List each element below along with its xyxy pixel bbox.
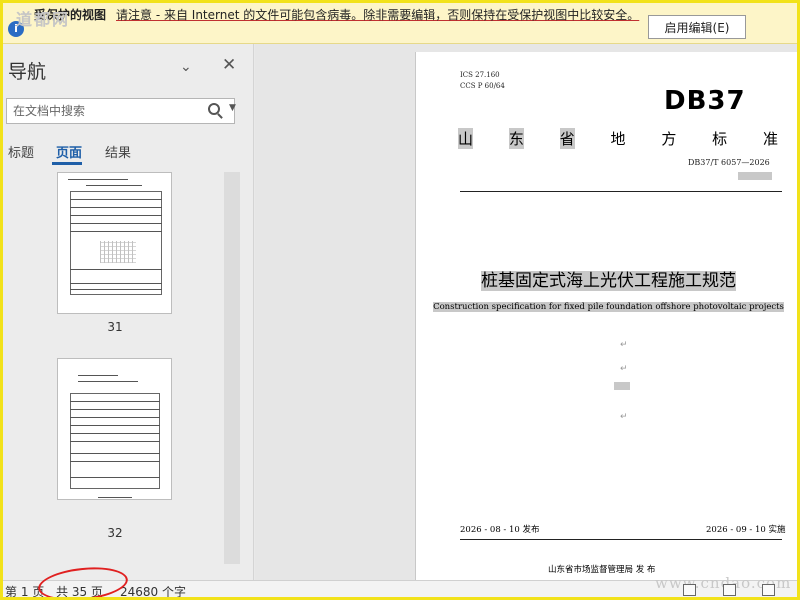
- thumbnail-page-number: 31: [107, 320, 123, 334]
- paragraph-mark-icon: ↵: [620, 412, 628, 422]
- word-count[interactable]: 24680 个字: [120, 583, 186, 600]
- close-icon[interactable]: ✕: [222, 55, 236, 75]
- grey-field: [614, 382, 630, 390]
- read-mode-icon[interactable]: [683, 584, 696, 596]
- publisher: 山东省市场监督管理局 发 布: [548, 565, 656, 575]
- protected-view-bar: i 受保护的视图 请注意 - 来自 Internet 的文件可能包含病毒。除非需…: [0, 0, 800, 44]
- page-thumbnail-32[interactable]: [57, 358, 172, 500]
- site-watermark-logo: 道都网: [16, 10, 71, 29]
- header-rule: [460, 191, 782, 192]
- print-layout-icon[interactable]: [723, 584, 736, 596]
- ics-ccs-codes: ICS 27.160 CCS P 60/64: [460, 71, 505, 90]
- navigation-pane: 导航 ⌄ ✕ ▼ 标题 页面 结果 31: [0, 44, 254, 580]
- tab-headings[interactable]: 标题: [8, 142, 34, 161]
- document-title: 桩基固定式海上光伏工程施工规范: [481, 271, 736, 291]
- document-page[interactable]: ICS 27.160 CCS P 60/64 DB37 山 东 省 地 方 标 …: [415, 52, 800, 582]
- search-icon[interactable]: [208, 103, 220, 115]
- tab-pages[interactable]: 页面: [56, 142, 82, 161]
- enable-editing-button[interactable]: 启用编辑(E): [648, 15, 746, 39]
- page-thumbnail-31[interactable]: [57, 172, 172, 314]
- paragraph-mark-icon: ↵: [620, 364, 628, 374]
- web-layout-icon[interactable]: [762, 584, 775, 596]
- search-box[interactable]: ▼: [6, 98, 236, 124]
- db-code: DB37: [664, 86, 746, 116]
- footer-rule: [460, 539, 782, 540]
- active-tab-indicator: [52, 162, 82, 165]
- tab-results[interactable]: 结果: [105, 142, 131, 161]
- document-english-title: Construction specification for fixed pil…: [433, 302, 784, 312]
- thumbnail-page-number: 32: [107, 526, 123, 540]
- chevron-down-icon[interactable]: ⌄: [180, 59, 192, 75]
- navigation-title: 导航: [8, 61, 47, 83]
- protected-view-message: 请注意 - 来自 Internet 的文件可能包含病毒。除非需要编辑，否则保持在…: [116, 8, 640, 22]
- replaces-placeholder: [738, 172, 772, 180]
- thumbnail-scrollbar[interactable]: [224, 172, 240, 564]
- paragraph-mark-icon: ↵: [620, 340, 628, 350]
- standard-number: DB37/T 6057—2026: [688, 158, 770, 167]
- implement-date: 2026 - 09 - 10 实施: [706, 525, 786, 535]
- search-input[interactable]: [7, 99, 197, 123]
- standard-category: 山 东 省 地 方 标 准: [458, 128, 778, 149]
- dropdown-arrow-icon[interactable]: ▼: [229, 103, 236, 113]
- publish-date: 2026 - 08 - 10 发布: [460, 525, 540, 535]
